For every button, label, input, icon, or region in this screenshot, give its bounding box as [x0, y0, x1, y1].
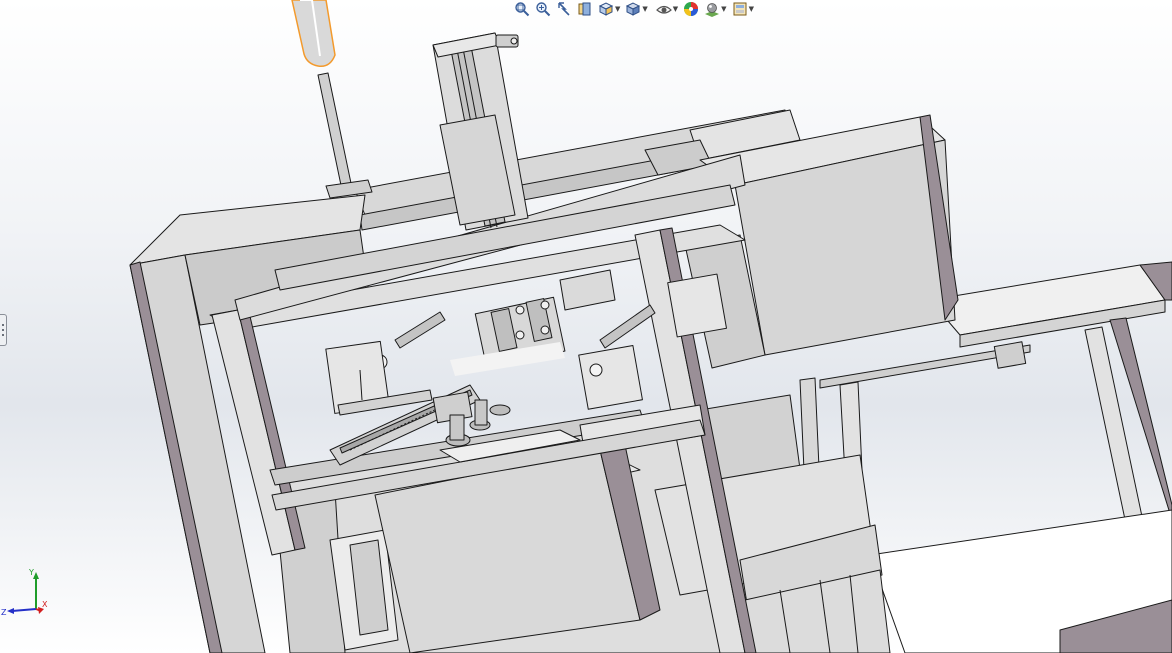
triad-z-label: Z — [1, 608, 7, 617]
apply-scene-button[interactable]: ▼ — [702, 1, 728, 18]
hide-show-items-button[interactable]: ▼ — [654, 1, 680, 18]
model-viewport[interactable] — [0, 0, 1172, 653]
chevron-down-icon: ▼ — [642, 4, 648, 13]
zoom-to-area-icon — [536, 2, 551, 17]
edit-appearance-icon — [684, 2, 699, 16]
view-settings-button[interactable]: ▼ — [730, 1, 756, 18]
zoom-to-area-button[interactable] — [533, 1, 553, 18]
view-orientation-icon — [598, 2, 614, 16]
hide-show-items-icon — [655, 5, 672, 14]
heads-up-view-toolbar: ▼ ▼ ▼ ▼ ▼ — [512, 0, 756, 18]
zoom-to-fit-icon — [515, 2, 530, 17]
collapsed-panel-handle[interactable] — [0, 314, 7, 346]
display-style-icon — [626, 2, 641, 16]
pneumatic-cylinder[interactable] — [291, 0, 373, 199]
chevron-down-icon: ▼ — [748, 4, 754, 13]
chevron-down-icon: ▼ — [672, 4, 679, 13]
section-view-button[interactable] — [575, 1, 595, 18]
triad-x-label: X — [42, 600, 48, 609]
view-settings-icon — [733, 2, 747, 16]
triad-y-label: Y — [28, 568, 34, 577]
previous-view-button[interactable] — [554, 1, 574, 18]
display-style-button[interactable]: ▼ — [623, 1, 649, 18]
view-orientation-button[interactable]: ▼ — [596, 1, 622, 18]
chevron-down-icon: ▼ — [615, 4, 621, 13]
chevron-down-icon: ▼ — [721, 4, 727, 13]
apply-scene-icon — [705, 3, 720, 17]
previous-view-icon — [558, 2, 570, 16]
reference-triad: Y Z X — [1, 568, 48, 617]
section-view-icon — [578, 2, 591, 16]
zoom-to-fit-button[interactable] — [512, 1, 532, 18]
edit-appearance-button[interactable] — [681, 1, 701, 18]
